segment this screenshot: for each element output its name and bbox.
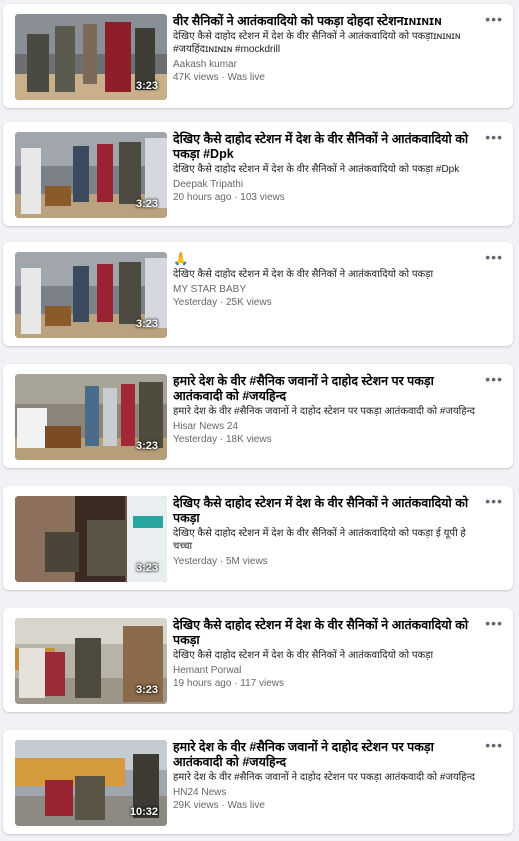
more-options-icon[interactable]: ••• [485, 12, 503, 26]
video-description: देखिए कैसे दाहोद स्टेशन में देश के वीर स… [173, 650, 434, 661]
video-thumbnail[interactable]: 3:23 [15, 252, 167, 338]
video-card[interactable]: 3:23 वीर सैनिकों ने आतंकवादियो को पकड़ा … [3, 4, 513, 108]
video-info: देखिए कैसे दाहोद स्टेशन में देश के वीर स… [173, 496, 478, 568]
video-stats: 19 hours ago · 117 views [173, 678, 284, 689]
video-card[interactable]: 3:23 देखिए कैसे दाहोद स्टेशन में देश के … [3, 608, 513, 712]
more-options-icon[interactable]: ••• [485, 372, 503, 386]
video-stats: Yesterday · 18K views [173, 434, 272, 445]
video-description: देखिए कैसे दाहोद स्टेशन में देश के वीर स… [173, 269, 434, 280]
video-channel[interactable]: HN24 News [173, 786, 478, 799]
video-card[interactable]: 10:32 हमारे देश के वीर #सैनिक जवानों ने … [3, 730, 513, 834]
video-title[interactable]: 🙏 [173, 252, 478, 267]
video-duration: 3:23 [135, 684, 158, 696]
video-description: हमारे देश के वीर #सैनिक जवानों ने दाहोद … [173, 772, 475, 783]
video-duration: 3:23 [135, 440, 158, 452]
video-description: देखिए कैसे दाहोद स्टेशन में देश के वीर स… [173, 31, 461, 55]
video-thumbnail[interactable]: 3:23 [15, 132, 167, 218]
video-description: देखिए कैसे दाहोद स्टेशन में देश के वीर स… [173, 164, 460, 175]
video-info: देखिए कैसे दाहोद स्टेशन में देश के वीर स… [173, 618, 478, 690]
video-stats: 29K views · Was live [173, 800, 265, 811]
video-card[interactable]: 3:23 🙏 देखिए कैसे दाहोद स्टेशन में देश क… [3, 242, 513, 346]
video-info: 🙏 देखिए कैसे दाहोद स्टेशन में देश के वीर… [173, 252, 478, 309]
video-duration: 3:23 [135, 562, 158, 574]
video-channel[interactable]: MY STAR BABY [173, 283, 478, 296]
video-info: हमारे देश के वीर #सैनिक जवानों ने दाहोद … [173, 740, 478, 812]
video-title[interactable]: हमारे देश के वीर #सैनिक जवानों ने दाहोद … [173, 740, 478, 770]
video-title[interactable]: देखिए कैसे दाहोद स्टेशन में देश के वीर स… [173, 496, 478, 526]
video-info: हमारे देश के वीर #सैनिक जवानों ने दाहोद … [173, 374, 478, 446]
more-options-icon[interactable]: ••• [485, 738, 503, 752]
video-thumbnail[interactable]: 3:23 [15, 618, 167, 704]
video-channel[interactable]: Deepak Tripathi [173, 178, 478, 191]
video-channel[interactable]: Hemant Porwal [173, 664, 478, 677]
video-duration: 3:23 [135, 80, 158, 92]
video-stats: Yesterday · 5M views [173, 556, 268, 567]
video-thumbnail[interactable]: 3:23 [15, 14, 167, 100]
more-options-icon[interactable]: ••• [485, 250, 503, 264]
video-title[interactable]: देखिए कैसे दाहोद स्टेशन में देश के वीर स… [173, 132, 478, 162]
video-duration: 10:32 [129, 806, 158, 818]
video-duration: 3:23 [135, 318, 158, 330]
video-title[interactable]: हमारे देश के वीर #सैनिक जवानों ने दाहोद … [173, 374, 478, 404]
video-description: देखिए कैसे दाहोद स्टेशन में देश के वीर स… [173, 528, 466, 552]
video-stats: 47K views · Was live [173, 72, 265, 83]
video-duration: 3:23 [135, 198, 158, 210]
more-options-icon[interactable]: ••• [485, 616, 503, 630]
video-thumbnail[interactable]: 10:32 [15, 740, 167, 826]
video-description: हमारे देश के वीर #सैनिक जवानों ने दाहोद … [173, 406, 475, 417]
video-channel[interactable]: Hisar News 24 [173, 420, 478, 433]
video-card[interactable]: 3:23 हमारे देश के वीर #सैनिक जवानों ने द… [3, 364, 513, 468]
video-thumbnail[interactable]: 3:23 [15, 496, 167, 582]
video-title[interactable]: देखिए कैसे दाहोद स्टेशन में देश के वीर स… [173, 618, 478, 648]
more-options-icon[interactable]: ••• [485, 494, 503, 508]
video-info: वीर सैनिकों ने आतंकवादियो को पकड़ा दोहदा… [173, 14, 478, 84]
video-stats: Yesterday · 25K views [173, 297, 272, 308]
video-card[interactable]: 3:23 देखिए कैसे दाहोद स्टेशन में देश के … [3, 122, 513, 226]
video-channel[interactable]: Aakash kumar [173, 58, 478, 71]
more-options-icon[interactable]: ••• [485, 130, 503, 144]
video-thumbnail[interactable]: 3:23 [15, 374, 167, 460]
video-stats: 20 hours ago · 103 views [173, 192, 285, 203]
video-card[interactable]: 3:23 देखिए कैसे दाहोद स्टेशन में देश के … [3, 486, 513, 590]
video-title[interactable]: वीर सैनिकों ने आतंकवादियो को पकड़ा दोहदा… [173, 14, 478, 29]
video-info: देखिए कैसे दाहोद स्टेशन में देश के वीर स… [173, 132, 478, 204]
